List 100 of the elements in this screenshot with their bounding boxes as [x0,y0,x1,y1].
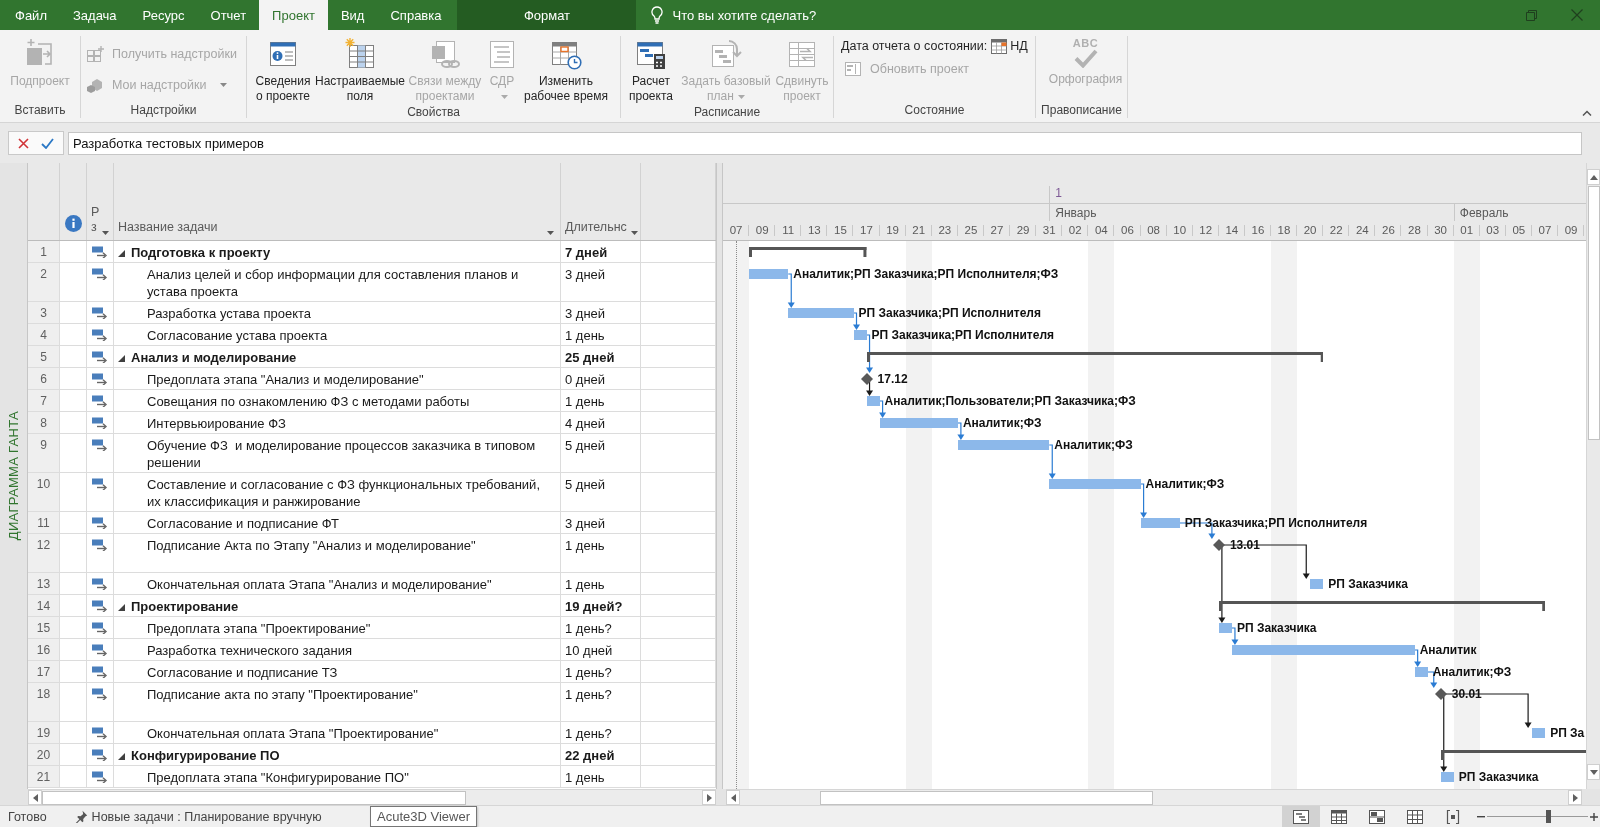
milestone-diamond[interactable] [1212,539,1225,551]
scroll-up-button[interactable] [1587,169,1600,185]
status-text: Готово [8,809,47,824]
ribbon-tab[interactable]: Формат [457,0,637,30]
summary-bar[interactable] [1440,750,1586,760]
chart-arrow-icon [710,38,742,70]
scroll-down-button[interactable] [1587,764,1600,780]
task-name: Интервьюирование ФЗ [147,415,286,432]
timescale-day: 07 [723,221,750,240]
timescale-month: Февраль [1459,206,1509,220]
resource-label: Аналитик;ФЗ [1432,665,1512,679]
slider-thumb[interactable] [1545,810,1551,823]
left-arrow-icon [32,793,38,802]
task-name: Разработка устава проекта [147,305,311,322]
resource-label: РП Заказчика [1236,621,1317,635]
scroll-thumb[interactable] [1587,186,1600,440]
lightbulb-icon [651,6,664,24]
timescale-label: 1 [1055,186,1062,200]
ribbon-button[interactable]: Изменить рабочее время [520,30,612,104]
view-bar[interactable]: ДИАГРАММА ГАНТА [0,163,28,789]
row-number-cell: 1 [28,241,60,263]
milestone-date-label: 13.01 [1229,538,1260,552]
ribbon-button[interactable]: Настраиваемые поля [314,30,406,104]
grid-plus-icon [86,46,104,62]
duration-cell: 7 дней [561,241,641,263]
row-number-cell: 2 [28,263,60,302]
timescale-day: 02 [1062,221,1089,240]
ribbon-button[interactable]: Расчет проекта [624,30,678,104]
task-name: Совещания по ознакомлению ФЗ с методами работы [147,393,470,410]
timescale-day: 18 [1270,221,1298,240]
resource-label: Аналитик;ФЗ [962,416,1042,430]
sheet-view-icon [1331,809,1347,824]
bar-arrow-icon [92,307,108,319]
task-name: Подписание акта по этапу "Проектирование" [147,686,418,703]
linked-document-icon [429,38,461,70]
bar-arrow-icon [92,329,108,341]
dependency-arrow [957,422,965,440]
calendar-icon [991,38,1008,54]
ribbon-tab[interactable]: Справка [377,0,455,30]
row-number-cell: 18 [28,683,60,722]
bar-arrow-icon [92,666,108,678]
row-number-cell: 5 [28,346,60,368]
group-label: Надстройки [130,102,197,118]
milestone-diamond[interactable] [1434,688,1447,700]
scroll-right-button[interactable] [1568,790,1582,805]
scroll-left-button[interactable] [726,790,740,805]
status-date-label: Дата отчета о состоянии: [841,39,988,53]
ribbon-tab[interactable]: Отчет [197,0,260,30]
timescale-day: 30 [1427,221,1454,240]
duration-cell: 0 дней [561,368,641,390]
task-name: Окончательная оплата Этапа "Анализ и моделирование" [147,576,492,593]
timescale-day: 21 [905,221,932,240]
timescale-day: 13 [801,221,828,240]
ribbon-tab[interactable]: Файл [2,0,60,30]
view-label: ДИАГРАММА ГАНТА [6,411,21,541]
scroll-right-button[interactable] [702,790,716,805]
scroll-left-button[interactable] [28,790,42,805]
ribbon-button[interactable]: Сведения о проекте [252,30,314,104]
bar-arrow-icon [92,351,108,363]
dependency-arrow [1048,444,1056,479]
row-number-cell: 4 [28,324,60,346]
view-button[interactable] [1282,806,1320,827]
ribbon-tab[interactable]: Проект [259,0,328,30]
minus-icon [1477,815,1485,818]
column-header[interactable]: Название задачи [114,163,561,240]
right-arrow-icon [706,793,712,802]
timescale-day: 25 [957,221,984,240]
column-header[interactable]: Р з [87,163,114,240]
planner-view-icon [1369,809,1385,824]
chart-list-icon [844,61,862,77]
scroll-thumb[interactable] [820,790,1153,805]
summary-bar[interactable] [1218,601,1546,611]
search-field[interactable]: Что вы хотите сделать? [672,4,888,26]
milestone-diamond[interactable] [860,373,873,385]
check-icon [40,137,54,149]
entry-field[interactable]: Разработка тестовых примеров [68,131,1582,155]
scroll-thumb[interactable] [42,790,466,805]
date-picker[interactable]: НД [991,38,1028,54]
timescale-day: 11 [775,221,802,240]
icon-caption: ABC [1072,38,1099,49]
cancel-button[interactable] [16,135,32,151]
duration-cell: 1 день? [561,683,641,722]
scrollbar-track[interactable] [1586,163,1600,789]
collapse-ribbon-button[interactable] [1580,108,1594,118]
ribbon-tab[interactable]: Вид [327,0,378,30]
task-name: Проектирование [131,598,239,615]
column-header[interactable]: Длительнс [561,163,641,240]
ribbon-tab[interactable]: Ресурс [129,0,198,30]
group-label: Состояние [904,102,965,118]
bar-arrow-icon [92,517,108,529]
summary-bar[interactable] [866,352,1324,362]
resource-label: РП Заказчика [1458,770,1539,784]
summary-bar[interactable] [749,247,867,257]
timescale-day: 31 [1036,221,1063,240]
ribbon-tab[interactable]: Задача [59,0,130,30]
close-icon [18,137,30,149]
duration-cell: 1 день [561,573,641,595]
new-tasks-mode-button[interactable]: Новые задачи : Планирование вручную [74,809,322,824]
pin-icon [74,810,88,823]
timescale-day: 24 [1349,221,1376,240]
